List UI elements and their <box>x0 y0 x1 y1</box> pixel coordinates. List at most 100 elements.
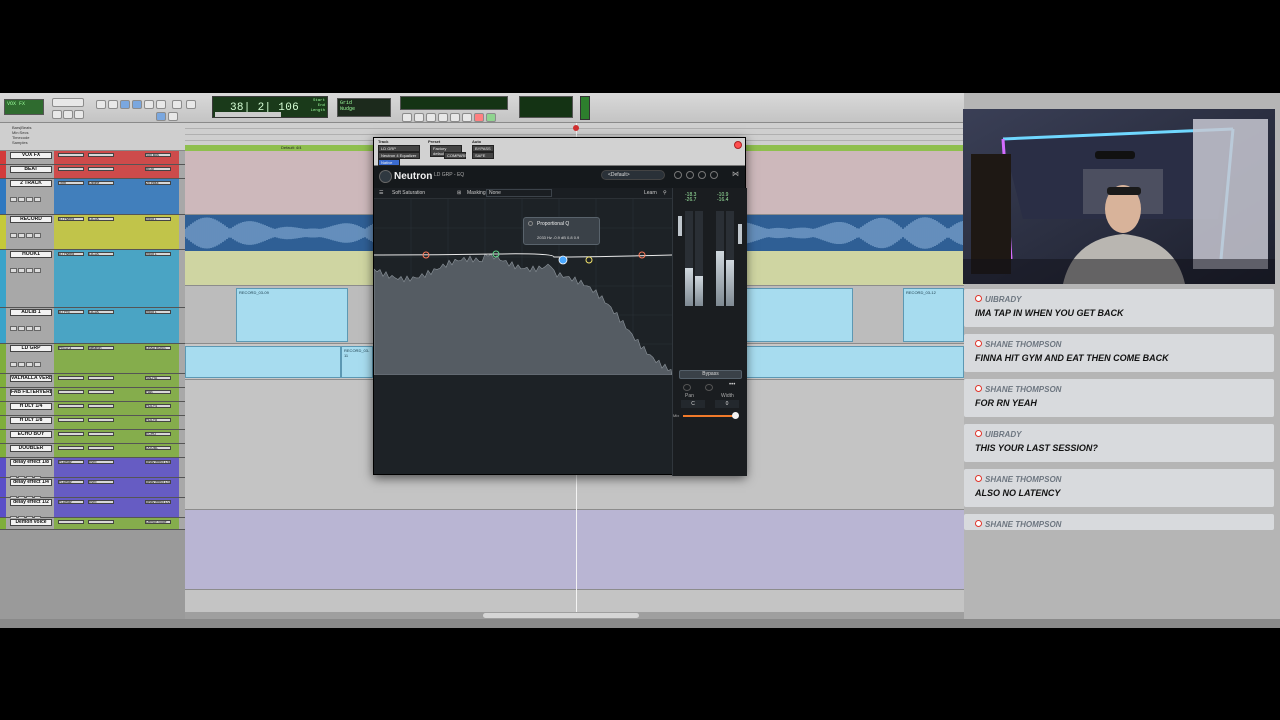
insert-slot[interactable] <box>58 376 84 380</box>
mix-slider[interactable] <box>683 412 740 419</box>
track-header[interactable]: VOX FX Vox Bus <box>0 151 185 165</box>
insert-slot[interactable] <box>88 167 114 171</box>
insert-slot[interactable] <box>58 446 84 450</box>
clip-hook[interactable] <box>185 346 341 378</box>
track-name[interactable]: DOUBLER <box>10 445 52 452</box>
track-header[interactable]: VALHALLA VERB VALHA <box>0 374 185 388</box>
bypass-header-button[interactable]: BYPASS <box>472 145 494 152</box>
tempo-display[interactable] <box>519 96 573 118</box>
bypass-button[interactable]: Bypass <box>679 370 742 379</box>
lane-delay-effects[interactable] <box>185 510 964 590</box>
insert-slot[interactable] <box>88 390 114 394</box>
track-name[interactable]: VOX FX <box>10 152 52 159</box>
track-mute-button[interactable] <box>26 362 33 367</box>
track-input-button[interactable] <box>34 233 41 238</box>
track-name[interactable]: delay effect 1/4 <box>10 479 52 486</box>
undo-icon[interactable] <box>674 171 682 179</box>
loop-button[interactable] <box>486 113 496 122</box>
pan-value[interactable]: C <box>681 400 705 408</box>
track-input-button[interactable] <box>34 268 41 273</box>
insert-slot[interactable] <box>58 418 84 422</box>
nudge-toggle-icon[interactable] <box>186 100 196 109</box>
edit-mode-grid[interactable] <box>156 112 166 121</box>
mono-icon[interactable] <box>683 384 691 391</box>
track-io-output[interactable]: delay effect 1/8 <box>145 460 171 464</box>
insert-slot[interactable] <box>58 153 84 157</box>
track-input-button[interactable] <box>34 197 41 202</box>
insert-slot[interactable] <box>58 520 84 524</box>
insert-slot[interactable] <box>88 404 114 408</box>
clip-record-a[interactable]: RECORD_03-09 <box>236 288 348 342</box>
playhead-marker[interactable] <box>573 125 579 131</box>
insert-slot[interactable]: Pro-Q 3 <box>58 346 84 350</box>
eq-node-3[interactable] <box>558 255 568 265</box>
output-gain-fader[interactable] <box>738 224 742 244</box>
grid-toggle-icon[interactable] <box>172 100 182 109</box>
insert-slot[interactable]: H-Delay <box>58 480 84 484</box>
insert-slot[interactable] <box>88 376 114 380</box>
track-io-output[interactable]: FAB <box>145 390 171 394</box>
main-counter[interactable]: 38| 2| 106 Start End Length <box>212 96 328 118</box>
mode-display[interactable]: VOX FX <box>4 99 44 115</box>
track-name[interactable]: ECHO BOY <box>10 431 52 438</box>
track-io-output[interactable]: Input 1 <box>145 310 171 314</box>
menu-icon[interactable]: ☰ <box>379 190 383 196</box>
track-header[interactable]: 2 TRACK Trim Ozone 2x Input <box>0 179 185 215</box>
track-name[interactable]: H DLY 1/4 <box>10 403 52 410</box>
selector-tool-icon[interactable] <box>108 100 118 109</box>
learn-button[interactable]: Learn <box>644 190 657 196</box>
track-header[interactable]: FAB FILTERVERB FAB <box>0 388 185 402</box>
track-mute-button[interactable] <box>26 197 33 202</box>
insert-slot[interactable]: H-Delay <box>58 460 84 464</box>
track-io-output[interactable]: Input 1 <box>145 217 171 221</box>
track-io-output[interactable]: ECHO <box>145 432 171 436</box>
safe-button[interactable]: SAFE <box>472 152 494 159</box>
visual-mixer-icon[interactable] <box>710 171 718 179</box>
play-button[interactable] <box>462 113 472 122</box>
compare-button[interactable]: COMPARE <box>444 152 467 159</box>
settings-icon[interactable] <box>686 171 694 179</box>
track-io-output[interactable]: 2x Input <box>145 181 171 185</box>
width-value[interactable]: 0 <box>715 400 739 408</box>
track-solo-button[interactable] <box>18 197 25 202</box>
track-io-output[interactable]: Demon voice <box>145 520 171 524</box>
clip-hook-2[interactable] <box>745 346 964 378</box>
insert-slot[interactable]: Rvrb <box>88 500 114 504</box>
insert-slot[interactable]: AT Hybrid <box>58 217 84 221</box>
track-mute-button[interactable] <box>26 326 33 331</box>
track-header[interactable]: DOUBLER DOUBL <box>0 444 185 458</box>
clip-record-c[interactable]: RECORD_03-12 <box>903 288 964 342</box>
track-io-output[interactable]: delay effect 1/2 <box>145 500 171 504</box>
track-io-output[interactable]: DOUBL <box>145 446 171 450</box>
track-header[interactable]: delay effect 1/8 H-Delay Rvrb delay effect … <box>0 458 185 481</box>
track-io-output[interactable]: VALHA <box>145 376 171 380</box>
track-name[interactable]: FAB FILTERVERB <box>10 389 52 396</box>
grid-nudge-display[interactable]: Grid Nudge <box>337 98 391 117</box>
pencil-tool-icon[interactable] <box>156 100 166 109</box>
track-header[interactable]: delay effect 1/4 H-Delay Rvrb delay effect … <box>0 478 185 501</box>
track-io-output[interactable]: delay effect 1/4 <box>145 480 171 484</box>
band-type-label[interactable]: Proportional Q <box>537 221 569 227</box>
return-to-zero-button[interactable] <box>402 113 412 122</box>
mode-label[interactable]: Soft Saturation <box>392 190 425 196</box>
track-solo-button[interactable] <box>18 326 25 331</box>
track-name[interactable]: ADLIB 1 <box>10 309 52 316</box>
track-record-button[interactable] <box>10 197 17 202</box>
insert-slot[interactable]: LA-2A <box>88 252 114 256</box>
smart-tool-icon[interactable] <box>132 100 142 109</box>
masking-dropdown[interactable]: None <box>486 189 552 197</box>
band-tooltip[interactable]: Proportional Q 2033 Hz -0.9 dB 0.8 0.9 <box>523 217 600 245</box>
more-icon[interactable]: ••• <box>729 382 735 388</box>
track-header[interactable]: ECHO BOY ECHO <box>0 430 185 444</box>
close-icon[interactable] <box>734 141 742 149</box>
insert-slot[interactable]: Trim <box>58 181 84 185</box>
track-io-output[interactable]: HDLY4 <box>145 404 171 408</box>
insert-slot[interactable] <box>58 404 84 408</box>
rewind-button[interactable] <box>414 113 424 122</box>
neutron-plugin-window[interactable]: Track Preset Auto LD GRP Neutron 4 Equal… <box>373 137 747 476</box>
track-io-output[interactable]: BEAT <box>145 167 171 171</box>
insert-slot[interactable]: AT Hybrid <box>58 252 84 256</box>
track-solo-button[interactable] <box>18 268 25 273</box>
insert-slot[interactable]: Neutron <box>88 346 114 350</box>
track-header[interactable]: RECORD AT Hybrid LA-2A Input 1 <box>0 215 185 250</box>
